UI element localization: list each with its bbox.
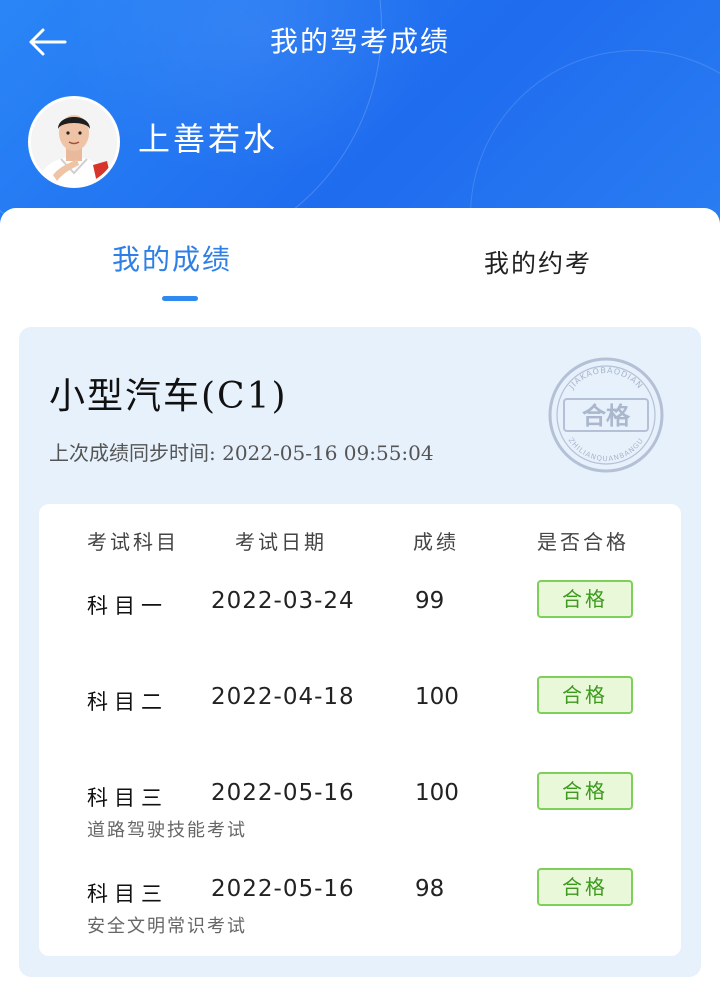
tab-my-appointments[interactable]: 我的约考 <box>484 244 592 294</box>
svg-text:ZHILIANQUANBANGU: ZHILIANQUANBANGU <box>567 436 646 463</box>
sync-time-line: 上次成绩同步时间: 2022-05-16 09:55:04 <box>49 437 434 466</box>
pass-stamp-icon: JIAKAOBAODIAN ZHILIANQUANBANGU 合格 <box>548 357 664 473</box>
header: 我的驾考成绩 上善若水 <box>0 0 720 240</box>
svg-text:JIAKAOBAODIAN: JIAKAOBAODIAN <box>567 366 645 392</box>
row-score: 100 <box>415 684 459 710</box>
row-subject: 科目三 <box>87 786 168 810</box>
table-row: 科目一 2022-03-24 99 合格 <box>39 580 681 686</box>
row-date: 2022-05-16 <box>211 780 355 806</box>
row-subject-note: 安全文明常识考试 <box>87 916 247 937</box>
pass-badge: 合格 <box>537 676 633 714</box>
row-subject: 科目一 <box>87 594 168 618</box>
stamp-top-text: JIAKAOBAODIAN <box>567 366 644 392</box>
score-table: 考试科目 考试日期 成绩 是否合格 科目一 2022-03-24 99 合格 科… <box>39 504 681 956</box>
table-header-result: 是否合格 <box>537 530 629 554</box>
row-subject-note: 道路驾驶技能考试 <box>87 820 247 841</box>
vehicle-type-title: 小型汽车(C1) <box>49 376 288 417</box>
row-score: 98 <box>415 876 445 902</box>
pass-badge: 合格 <box>537 772 633 810</box>
stamp-bottom-text: ZHILIANQUANBANGU <box>567 436 645 463</box>
table-header-subject: 考试科目 <box>87 530 179 554</box>
stamp-label: 合格 <box>582 402 631 430</box>
sync-time-label: 上次成绩同步时间: <box>49 441 216 465</box>
table-row: 科目三 道路驾驶技能考试 2022-05-16 100 合格 <box>39 772 681 878</box>
table-header-score: 成绩 <box>413 530 459 554</box>
avatar[interactable] <box>28 96 120 188</box>
active-tab-indicator <box>162 296 198 301</box>
table-row: 科目三 安全文明常识考试 2022-05-16 98 合格 <box>39 868 681 974</box>
content-card: 我的成绩 我的约考 小型汽车(C1) 上次成绩同步时间: 2022-05-16 … <box>0 208 720 993</box>
row-subject: 科目三 <box>87 882 168 906</box>
row-date: 2022-04-18 <box>211 684 355 710</box>
username: 上善若水 <box>138 120 279 158</box>
table-row: 科目二 2022-04-18 100 合格 <box>39 676 681 782</box>
page-title: 我的驾考成绩 <box>269 25 450 58</box>
row-subject: 科目二 <box>87 690 168 714</box>
score-panel: 小型汽车(C1) 上次成绩同步时间: 2022-05-16 09:55:04 J… <box>19 327 701 977</box>
row-score: 100 <box>415 780 459 806</box>
row-date: 2022-05-16 <box>211 876 355 902</box>
sync-time-value: 2022-05-16 09:55:04 <box>222 441 434 465</box>
pass-badge: 合格 <box>537 868 633 906</box>
row-date: 2022-03-24 <box>211 588 355 614</box>
row-score: 99 <box>415 588 445 614</box>
tab-my-scores[interactable]: 我的成绩 <box>112 238 232 288</box>
table-header-date: 考试日期 <box>235 530 327 554</box>
pass-badge: 合格 <box>537 580 633 618</box>
